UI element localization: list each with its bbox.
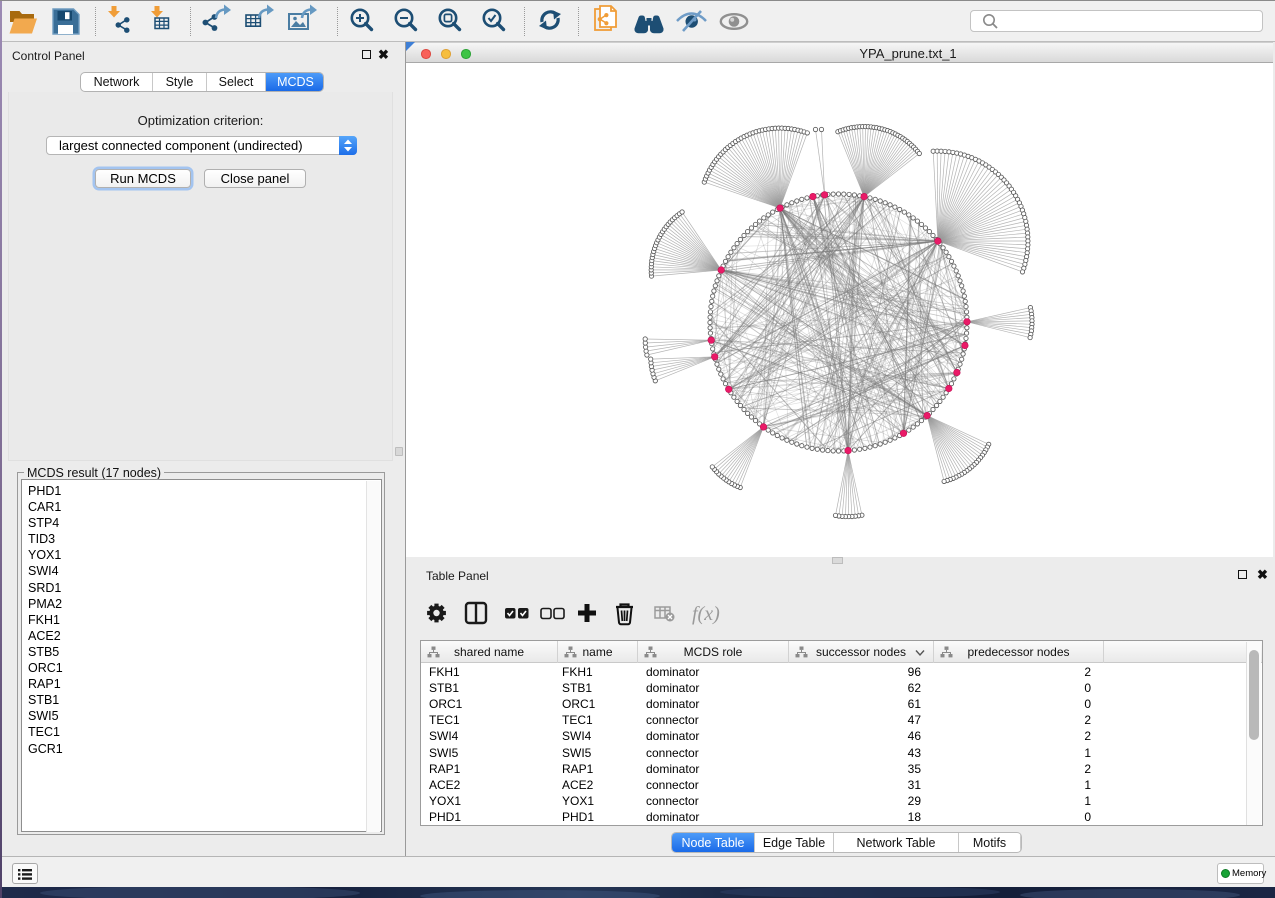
svg-text:f(x): f(x) xyxy=(692,603,720,625)
